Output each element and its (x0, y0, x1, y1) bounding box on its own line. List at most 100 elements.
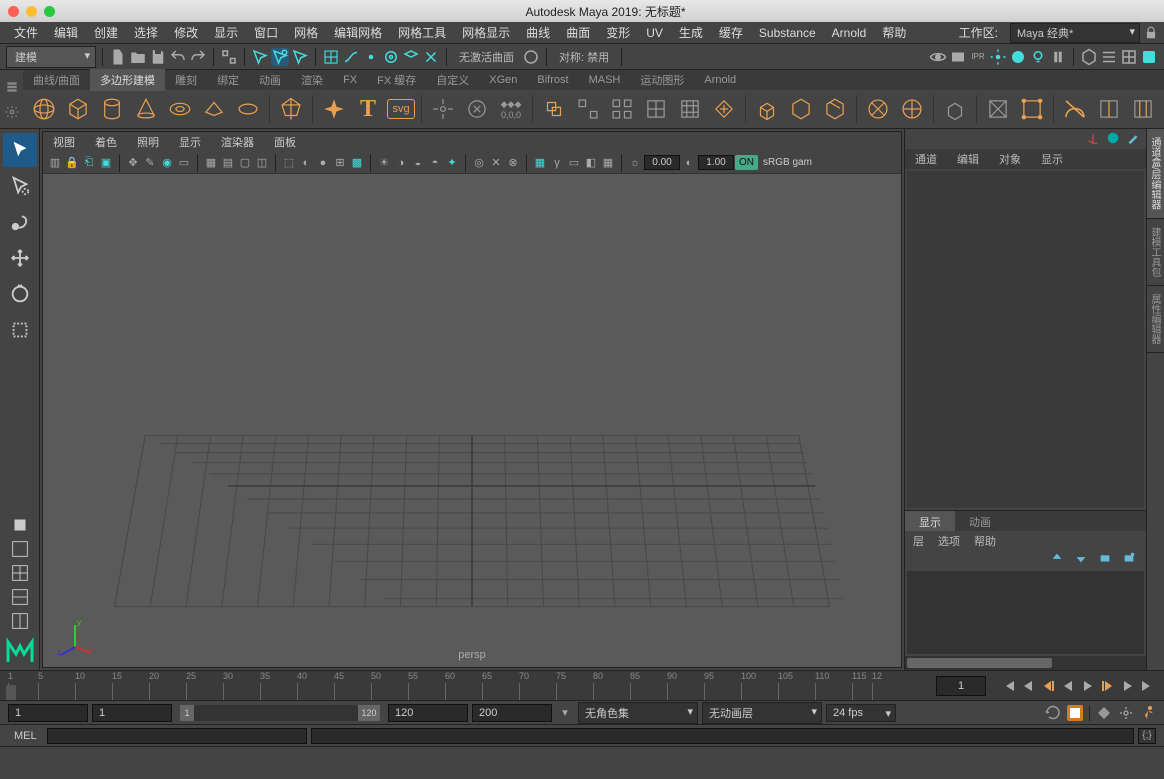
xray-joints-icon[interactable]: ⊗ (505, 155, 521, 171)
menu-file[interactable]: 文件 (6, 24, 46, 41)
shelf-tab-curves[interactable]: 曲线/曲面 (23, 69, 90, 91)
workspace-selector[interactable]: Maya 经典* (1010, 23, 1140, 43)
new-layer-icon[interactable] (1098, 551, 1112, 565)
safe-title-icon[interactable]: ◫ (254, 155, 270, 171)
combine-icon[interactable] (539, 94, 569, 124)
snap-curve-icon[interactable] (342, 48, 360, 66)
menu-mesh[interactable]: 网格 (286, 24, 326, 41)
loop-icon[interactable] (1045, 705, 1061, 721)
next-key-icon[interactable] (1100, 678, 1116, 694)
auto-key-icon[interactable] (1067, 705, 1083, 721)
freeze-transforms-icon[interactable] (462, 94, 492, 124)
smooth-shade-icon[interactable]: ◐ (298, 155, 314, 171)
wireframe-icon[interactable]: ⬚ (281, 155, 297, 171)
poly-cylinder-icon[interactable] (97, 94, 127, 124)
hypershade-icon[interactable] (1009, 48, 1027, 66)
light-editor-icon[interactable] (1029, 48, 1047, 66)
zoom-window[interactable] (44, 6, 55, 17)
snap-plane-icon[interactable] (402, 48, 420, 66)
poly-sparkle-icon[interactable] (319, 94, 349, 124)
viewport-3d[interactable]: y x z persp (43, 174, 901, 667)
shelf-tab-bifrost[interactable]: Bifrost (527, 71, 578, 89)
render-view-icon[interactable] (929, 48, 947, 66)
poly-disc-icon[interactable] (233, 94, 263, 124)
circularize-icon[interactable] (897, 94, 927, 124)
graph-editor-icon[interactable] (1120, 48, 1138, 66)
last-tool-icon[interactable] (3, 514, 37, 536)
xray-icon[interactable]: ✕ (488, 155, 504, 171)
time-ruler[interactable]: 1 5 10 15 20 25 30 35 40 45 50 55 60 65 … (0, 671, 930, 700)
snap-projected-icon[interactable] (382, 48, 400, 66)
select-hierarchy-icon[interactable] (220, 48, 238, 66)
field-chart-icon[interactable]: ▤ (220, 155, 236, 171)
range-slider-track[interactable]: 1 120 (180, 705, 380, 721)
menu-uv[interactable]: UV (638, 26, 671, 40)
gamma-value[interactable]: 1.00 (698, 155, 734, 170)
cb-tab-channels[interactable]: 通道 (905, 148, 947, 170)
range-start-handle[interactable]: 1 (180, 705, 194, 721)
shelf-tab-mograph[interactable]: 运动图形 (630, 69, 694, 91)
ao-icon[interactable]: ◒ (410, 155, 426, 171)
shelf-tab-render[interactable]: 渲染 (291, 69, 333, 91)
menu-modify[interactable]: 修改 (166, 24, 206, 41)
menu-windows[interactable]: 窗口 (246, 24, 286, 41)
shelf-tab-anim[interactable]: 动画 (249, 69, 291, 91)
gamma-icon[interactable]: ◐ (681, 155, 697, 171)
layout-two-v-icon[interactable] (3, 610, 37, 632)
layer-tab-display[interactable]: 显示 (905, 511, 955, 531)
shelf-tab-sculpt[interactable]: 雕刻 (165, 69, 207, 91)
script-language-label[interactable]: MEL (8, 730, 43, 742)
layer-list[interactable] (907, 571, 1144, 654)
menu-curves[interactable]: 曲线 (518, 24, 558, 41)
new-scene-icon[interactable] (109, 48, 127, 66)
layer-menu-options[interactable]: 选项 (938, 533, 960, 547)
extract-icon[interactable] (607, 94, 637, 124)
anim-end-field[interactable] (472, 704, 552, 722)
colormgmt-toggle[interactable]: ON (735, 155, 758, 170)
offset-edge-loop-icon[interactable] (1128, 94, 1158, 124)
save-scene-icon[interactable] (149, 48, 167, 66)
cb-tab-show[interactable]: 显示 (1031, 148, 1073, 170)
smooth-icon[interactable] (675, 94, 705, 124)
play-forward-icon[interactable] (1080, 678, 1096, 694)
layout-two-h-icon[interactable] (3, 586, 37, 608)
lock-camera-icon[interactable]: 🔒 (64, 155, 80, 171)
reset-transforms-icon[interactable]: ◆◆◆0,0,0 (496, 94, 526, 124)
play-back-icon[interactable] (1060, 678, 1076, 694)
goto-start-icon[interactable] (1000, 678, 1016, 694)
current-frame-field[interactable] (936, 676, 986, 696)
shelf-gear-icon[interactable] (5, 105, 19, 119)
lasso-tool[interactable] (3, 169, 37, 203)
side-tab-channelbox[interactable]: 通道盒/层编辑器 (1147, 129, 1164, 219)
move-tool[interactable] (3, 241, 37, 275)
prev-key-icon[interactable] (1040, 678, 1056, 694)
time-slider[interactable]: 1 5 10 15 20 25 30 35 40 45 50 55 60 65 … (0, 670, 1164, 700)
channelbox-content[interactable] (907, 171, 1144, 508)
insert-edge-loop-icon[interactable] (1094, 94, 1124, 124)
menu-deform[interactable]: 变形 (598, 24, 638, 41)
menu-surfaces[interactable]: 曲面 (558, 24, 598, 41)
separate-icon[interactable] (573, 94, 603, 124)
anim-layer-selector[interactable]: 无动画层 (702, 702, 822, 724)
scale-tool[interactable] (3, 313, 37, 347)
poly-torus-icon[interactable] (165, 94, 195, 124)
shelf-tab-xgen[interactable]: XGen (479, 71, 527, 89)
select-camera-icon[interactable]: ▥ (47, 155, 63, 171)
safe-action-icon[interactable]: ▢ (237, 155, 253, 171)
extrude-icon[interactable] (752, 94, 782, 124)
toggle-channelbox-icon[interactable] (1140, 48, 1158, 66)
lock-icon[interactable] (1144, 26, 1158, 40)
fps-selector[interactable]: 24 fps (826, 704, 896, 722)
corner-edit-icon[interactable] (1126, 131, 1140, 145)
gamma-display-icon[interactable]: γ (549, 155, 565, 171)
select-by-object-icon[interactable] (251, 48, 269, 66)
cb-tab-edit[interactable]: 编辑 (947, 148, 989, 170)
poly-sphere-icon[interactable] (29, 94, 59, 124)
playback-end-field[interactable] (388, 704, 468, 722)
shelf-menu-icon[interactable] (5, 80, 19, 94)
range-menu-icon[interactable]: ▾ (556, 704, 574, 722)
render-settings-icon[interactable] (989, 48, 1007, 66)
menu-arnold[interactable]: Arnold (824, 26, 875, 40)
connect-icon[interactable] (1017, 94, 1047, 124)
colorspace-label[interactable]: sRGB gam (759, 157, 816, 168)
